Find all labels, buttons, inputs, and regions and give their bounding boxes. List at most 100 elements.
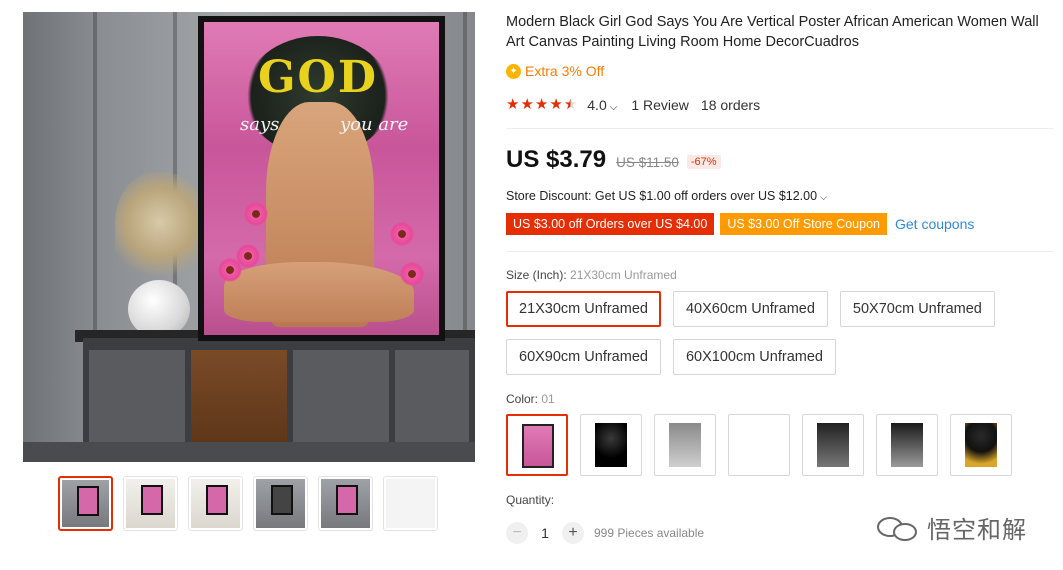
- wall-panel-line: [463, 12, 467, 342]
- watermark-text: 悟空和解: [927, 516, 1027, 544]
- extra-off-badge: ✦ Extra 3% Off: [506, 63, 604, 79]
- thumbnail-poster: [336, 485, 358, 515]
- coupon-store[interactable]: US $3.00 Off Store Coupon: [720, 213, 887, 235]
- pink-flower-icon: [390, 222, 414, 246]
- extra-off-text: Extra 3% Off: [525, 63, 605, 79]
- color-swatch-4[interactable]: [728, 414, 790, 476]
- star-outline-icon: ★: [563, 96, 578, 113]
- floor: [23, 442, 475, 462]
- thumbnail-image: [386, 479, 435, 528]
- size-option-60x90[interactable]: 60X90cm Unframed: [506, 339, 661, 375]
- cabinet-drawer-wood: [191, 350, 287, 442]
- thumbnail-poster: [77, 486, 99, 516]
- swatch-image: [669, 423, 701, 467]
- thumbnail-4[interactable]: [253, 476, 308, 531]
- color-swatches: [506, 414, 1012, 476]
- chat-bubble: [893, 522, 917, 541]
- thumbnail-3[interactable]: [188, 476, 243, 531]
- thumbnail-5[interactable]: [318, 476, 373, 531]
- thumbnail-2[interactable]: [123, 476, 178, 531]
- color-swatch-5[interactable]: [802, 414, 864, 476]
- poster-you-are-text: you are: [340, 114, 409, 135]
- color-swatch-2[interactable]: [580, 414, 642, 476]
- color-swatch-6[interactable]: [876, 414, 938, 476]
- poster-legs: [224, 262, 414, 322]
- rating-stars: ★ ★ ★ ★ ★: [506, 97, 577, 113]
- thumbnail-image: [126, 479, 175, 528]
- poster-says-text: says: [240, 114, 280, 135]
- color-label: Color: 01: [506, 392, 555, 406]
- coupon-orders-over[interactable]: US $3.00 off Orders over US $4.00: [506, 213, 715, 235]
- pink-flower-icon: [244, 202, 268, 226]
- store-discount-dropdown[interactable]: Store Discount: Get US $1.00 off orders …: [506, 189, 827, 203]
- star-icon: ★: [549, 96, 563, 113]
- size-option-21x30[interactable]: 21X30cm Unframed: [506, 291, 661, 327]
- cabinet-drawer: [395, 350, 469, 442]
- chevron-down-icon: ⌵: [820, 192, 827, 202]
- cabinet-drawer: [89, 350, 185, 442]
- orders-count: 18 orders: [700, 97, 761, 113]
- poster-art: GOD says you are: [204, 22, 439, 335]
- original-price: US $11.50: [616, 155, 679, 170]
- rating-value-dropdown[interactable]: 4.0 ⌵: [587, 97, 617, 113]
- product-title: Modern Black Girl God Says You Are Verti…: [506, 14, 1039, 50]
- divider: [506, 251, 1054, 252]
- coupon-row: US $3.00 off Orders over US $4.00 US $3.…: [506, 213, 974, 235]
- thumbnail-poster: [206, 485, 228, 515]
- thumbnail-image: [62, 480, 109, 527]
- pieces-available: 999 Pieces available: [594, 526, 705, 540]
- quantity-input[interactable]: 1: [528, 525, 562, 541]
- thumbnail-1[interactable]: [58, 476, 113, 531]
- discount-badge: -67%: [686, 155, 721, 169]
- watermark: 悟空和解: [877, 510, 1027, 545]
- thumbnail-strip: [58, 476, 438, 531]
- pink-flower-icon: [236, 244, 260, 268]
- swatch-image: [891, 423, 923, 467]
- main-product-image[interactable]: GOD says you are: [23, 12, 475, 462]
- get-coupons-link[interactable]: Get coupons: [895, 216, 974, 232]
- coin-icon: ✦: [506, 63, 521, 79]
- color-swatch-7[interactable]: [950, 414, 1012, 476]
- size-option-40x60[interactable]: 40X60cm Unframed: [672, 291, 828, 327]
- quantity-increase-button[interactable]: +: [562, 522, 584, 544]
- size-option-60x100[interactable]: 60X100cm Unframed: [672, 339, 836, 375]
- star-icon: ★: [534, 96, 549, 113]
- poster-frame: GOD says you are: [198, 16, 445, 341]
- wechat-icon: [877, 515, 919, 541]
- swatch-image: [743, 423, 775, 467]
- size-selected-value: 21X30cm Unframed: [570, 268, 677, 282]
- swatch-image: [817, 423, 849, 467]
- divider: [506, 128, 1054, 129]
- store-discount-text: Store Discount: Get US $1.00 off orders …: [506, 189, 818, 203]
- size-options: 21X30cm Unframed 40X60cm Unframed 50X70c…: [506, 291, 1026, 375]
- price-row: US $3.79 US $11.50 -67%: [506, 146, 721, 174]
- thumbnail-poster: [141, 485, 163, 515]
- color-selected-value: 01: [541, 392, 555, 406]
- quantity-stepper: − 1 + 999 Pieces available: [506, 522, 704, 544]
- color-swatch-3[interactable]: [654, 414, 716, 476]
- rating-row: ★ ★ ★ ★ ★ 4.0 ⌵ 1 Review 18 orders: [506, 97, 761, 114]
- thumbnail-6[interactable]: [383, 476, 438, 531]
- swatch-image: [595, 423, 627, 467]
- thumbnail-image: [256, 479, 305, 528]
- chevron-down-icon: ⌵: [609, 102, 618, 113]
- current-price: US $3.79: [506, 146, 607, 173]
- cabinet-drawer: [293, 350, 389, 442]
- thumbnail-poster: [271, 485, 293, 515]
- star-icon: ★: [520, 96, 534, 113]
- swatch-image: [522, 424, 554, 468]
- rating-value: 4.0: [587, 97, 607, 113]
- quantity-decrease-button[interactable]: −: [506, 522, 528, 544]
- star-icon: ★: [506, 96, 520, 113]
- size-label: Size (Inch): 21X30cm Unframed: [506, 268, 677, 282]
- color-label-text: Color:: [506, 392, 539, 406]
- pink-flower-icon: [400, 262, 424, 286]
- color-swatch-1[interactable]: [506, 414, 568, 476]
- reviews-link[interactable]: 1 Review: [631, 97, 689, 113]
- poster-god-text: GOD: [257, 52, 379, 103]
- size-option-50x70[interactable]: 50X70cm Unframed: [839, 291, 995, 327]
- dried-flowers: [115, 172, 205, 284]
- thumbnail-image: [191, 479, 240, 528]
- wall-panel-line: [93, 12, 97, 342]
- swatch-image: [965, 423, 997, 467]
